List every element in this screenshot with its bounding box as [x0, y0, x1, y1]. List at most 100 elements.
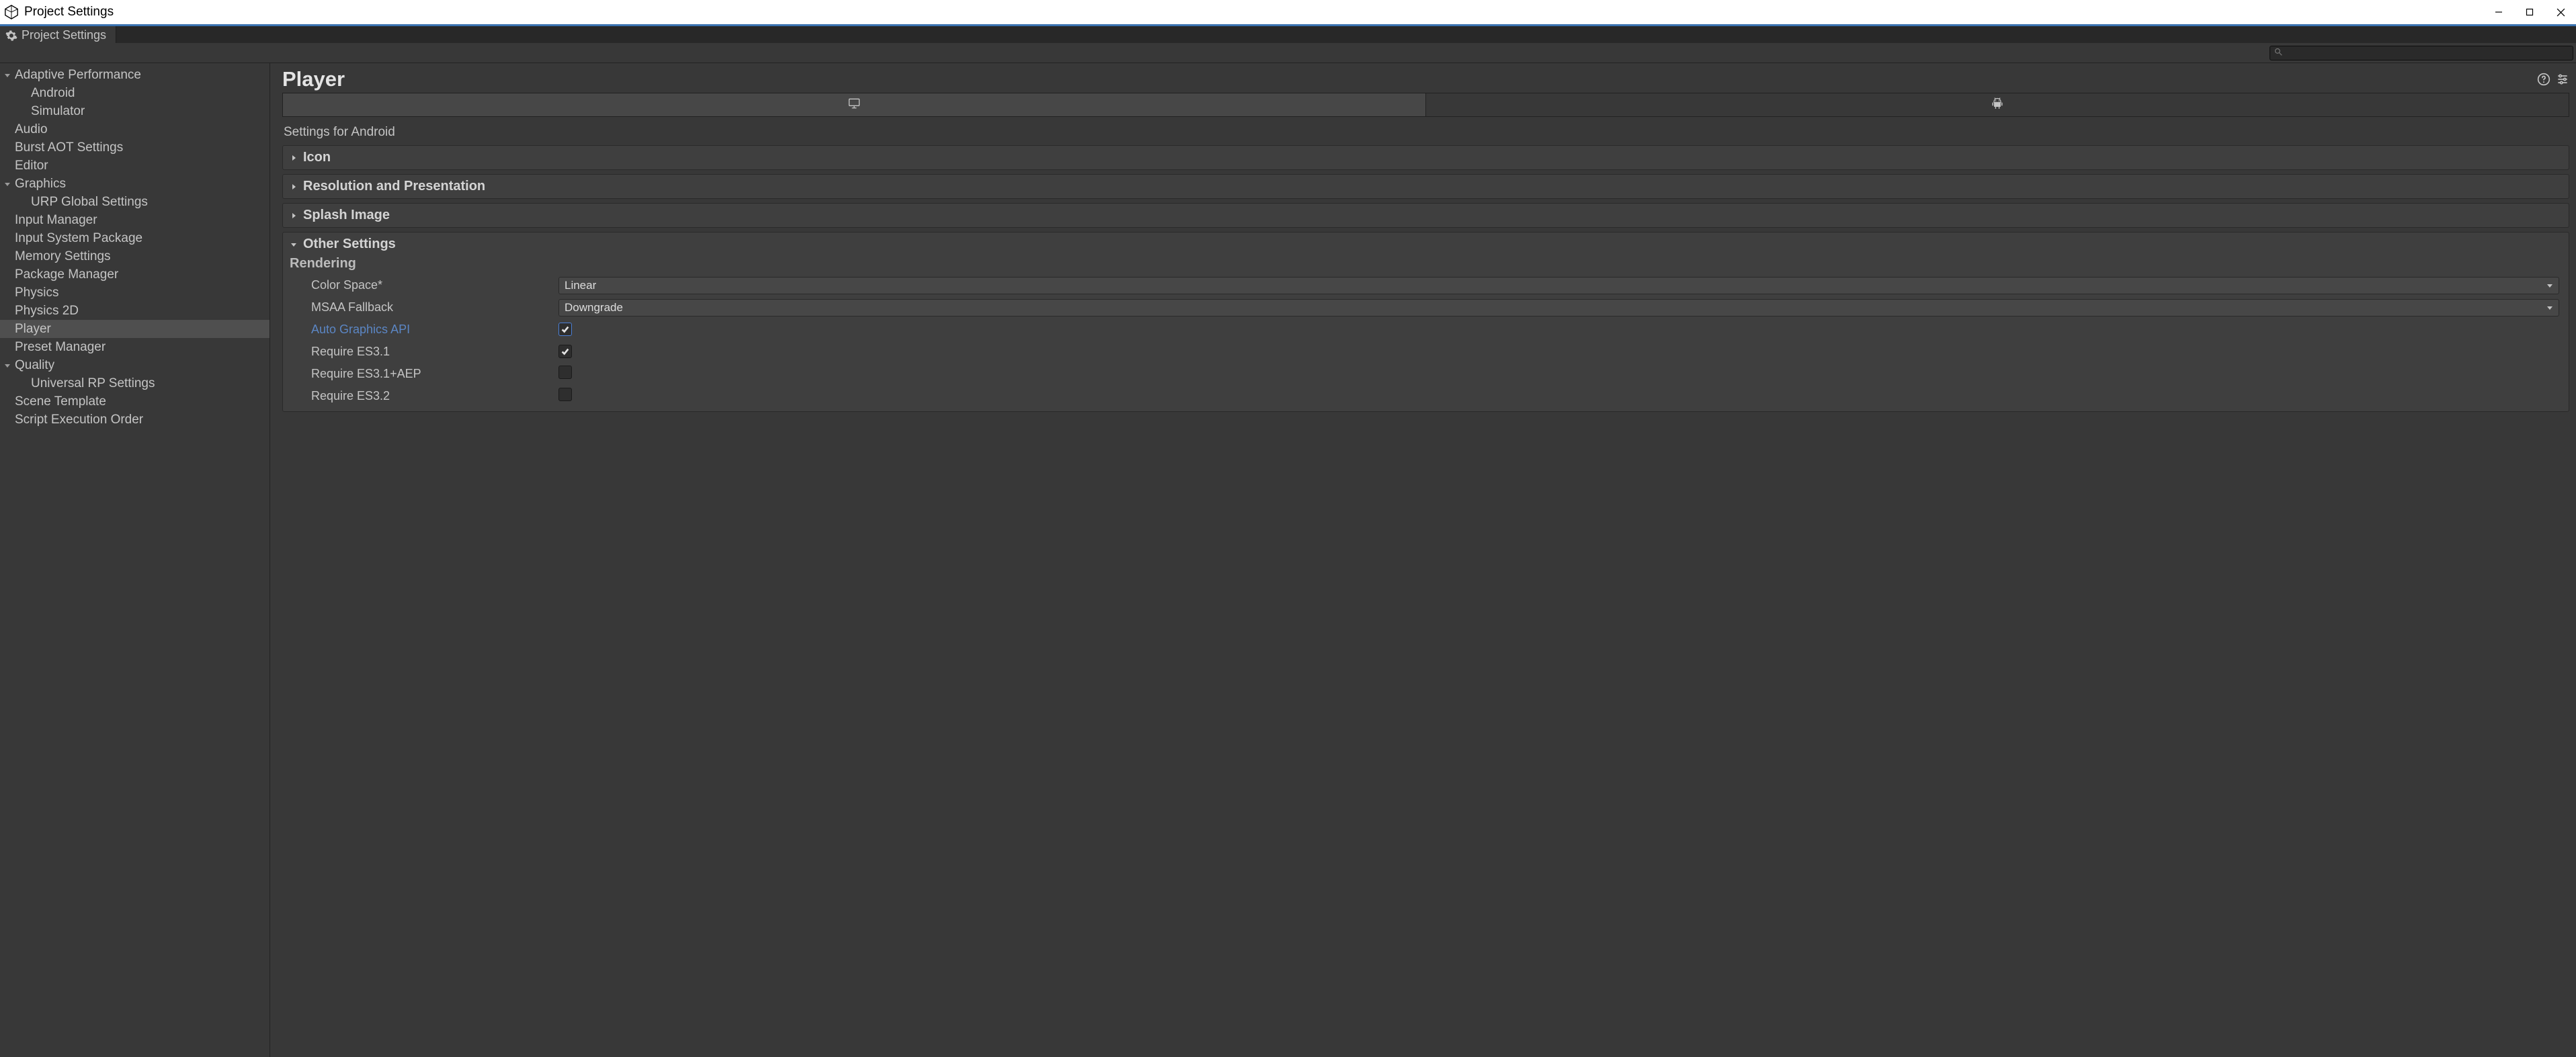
search-input[interactable] [2285, 48, 2569, 58]
sidebar-item-label: Memory Settings [15, 249, 111, 264]
sidebar-item-physics-2d[interactable]: Physics 2D [0, 302, 269, 320]
sidebar-item-editor[interactable]: Editor [0, 157, 269, 175]
checkbox-require-es3-1-aep[interactable] [558, 366, 572, 379]
chevron-down-icon [3, 361, 12, 370]
sidebar-item-label: Quality [15, 358, 54, 373]
search-field[interactable] [2270, 46, 2573, 60]
foldout-spacer [19, 89, 28, 98]
property-label: Require ES3.2 [290, 389, 558, 403]
property-label: Require ES3.1+AEP [290, 367, 558, 381]
sidebar-item-label: Physics 2D [15, 304, 79, 319]
sidebar-item-label: Preset Manager [15, 340, 106, 355]
sidebar-item-simulator[interactable]: Simulator [0, 102, 269, 120]
sidebar-item-audio[interactable]: Audio [0, 120, 269, 138]
chevron-right-icon [290, 183, 298, 191]
foldout-header[interactable]: Icon [290, 150, 2562, 165]
settings-for-label: Settings for Android [282, 122, 2569, 145]
sidebar-item-preset-manager[interactable]: Preset Manager [0, 338, 269, 356]
foldout-header[interactable]: Splash Image [290, 208, 2562, 223]
editor-tab-strip: Project Settings [0, 24, 2576, 43]
sidebar-item-quality[interactable]: Quality [0, 356, 269, 374]
window-close-button[interactable] [2545, 0, 2576, 24]
sidebar-item-android[interactable]: Android [0, 84, 269, 102]
property-row-msaa-fallback: MSAA FallbackDowngrade [290, 296, 2562, 319]
dropdown-color-space-[interactable]: Linear [558, 277, 2559, 294]
chevron-down-icon [290, 241, 298, 249]
dropdown-msaa-fallback[interactable]: Downgrade [558, 299, 2559, 316]
property-label: Color Space* [290, 278, 558, 292]
foldout-spacer [3, 234, 12, 243]
settings-main: Player Settings [270, 63, 2576, 1057]
foldout-title: Resolution and Presentation [303, 179, 485, 194]
sidebar-item-label: Adaptive Performance [15, 68, 141, 83]
sidebar-item-label: Android [31, 86, 75, 101]
sidebar-item-label: Audio [15, 122, 48, 137]
sidebar-item-graphics[interactable]: Graphics [0, 175, 269, 193]
chevron-right-icon [290, 212, 298, 220]
foldout-header-other-settings[interactable]: Other Settings [290, 237, 2562, 252]
settings-sidebar[interactable]: Adaptive Performance Android Simulator Audi… [0, 63, 270, 1057]
foldout-header[interactable]: Resolution and Presentation [290, 179, 2562, 194]
checkbox-require-es3-1[interactable] [558, 345, 572, 358]
sidebar-item-label: URP Global Settings [31, 195, 148, 210]
foldout-spacer [3, 270, 12, 280]
foldout-title: Icon [303, 150, 331, 165]
rendering-subsection-label: Rendering [290, 256, 2562, 271]
page-title: Player [282, 67, 345, 91]
window-maximize-button[interactable] [2514, 0, 2545, 24]
toolbar [0, 43, 2576, 63]
help-button[interactable] [2537, 73, 2550, 86]
foldout-spacer [3, 415, 12, 425]
preset-button[interactable] [2556, 73, 2569, 86]
property-row-auto-graphics-api: Auto Graphics API [290, 319, 2562, 341]
sidebar-item-burst-aot-settings[interactable]: Burst AOT Settings [0, 138, 269, 157]
sidebar-item-label: Simulator [31, 104, 85, 119]
sidebar-item-memory-settings[interactable]: Memory Settings [0, 247, 269, 265]
foldout-other-settings: Other Settings Rendering Color Space*Lin… [282, 232, 2569, 412]
sidebar-item-label: Scene Template [15, 394, 106, 409]
foldout-title: Other Settings [303, 237, 396, 252]
foldout-spacer [3, 143, 12, 153]
platform-tabs [282, 93, 2569, 117]
sidebar-item-physics[interactable]: Physics [0, 284, 269, 302]
chevron-down-icon [2546, 301, 2553, 314]
foldout-spacer [3, 216, 12, 225]
sidebar-item-label: Package Manager [15, 267, 118, 282]
platform-tab-desktop[interactable] [283, 93, 1426, 116]
sidebar-item-script-execution-order[interactable]: Script Execution Order [0, 411, 269, 429]
sidebar-item-label: Graphics [15, 177, 66, 192]
property-row-color-space-: Color Space*Linear [290, 274, 2562, 296]
sidebar-item-label: Physics [15, 286, 58, 300]
sidebar-item-label: Script Execution Order [15, 413, 143, 427]
sidebar-item-input-manager[interactable]: Input Manager [0, 211, 269, 229]
search-icon [2274, 47, 2282, 59]
chevron-down-icon [2546, 279, 2553, 292]
sidebar-item-universal-rp-settings[interactable]: Universal RP Settings [0, 374, 269, 392]
foldout-spacer [19, 107, 28, 116]
sidebar-item-scene-template[interactable]: Scene Template [0, 392, 269, 411]
foldout-spacer [3, 397, 12, 407]
foldout-title: Splash Image [303, 208, 390, 223]
sidebar-item-urp-global-settings[interactable]: URP Global Settings [0, 193, 269, 211]
sidebar-item-input-system-package[interactable]: Input System Package [0, 229, 269, 247]
dropdown-value: Downgrade [565, 301, 623, 314]
window-title: Project Settings [24, 5, 114, 19]
sidebar-item-package-manager[interactable]: Package Manager [0, 265, 269, 284]
checkbox-require-es3-2[interactable] [558, 388, 572, 401]
foldout-spacer [19, 198, 28, 207]
foldout-spacer [3, 325, 12, 334]
sidebar-item-adaptive-performance[interactable]: Adaptive Performance [0, 66, 269, 84]
unity-app-icon [4, 5, 19, 19]
sidebar-item-player[interactable]: Player [0, 320, 269, 338]
sidebar-item-label: Input System Package [15, 231, 142, 246]
sidebar-item-label: Input Manager [15, 213, 97, 228]
sidebar-item-label: Player [15, 322, 51, 337]
foldout-spacer [3, 288, 12, 298]
sidebar-item-label: Burst AOT Settings [15, 140, 123, 155]
property-label: Require ES3.1 [290, 345, 558, 359]
foldout-splash-image: Splash Image [282, 203, 2569, 228]
checkbox-auto-graphics-api[interactable] [558, 323, 572, 336]
platform-tab-android[interactable] [1426, 93, 2569, 116]
tab-project-settings[interactable]: Project Settings [0, 26, 116, 43]
window-minimize-button[interactable] [2483, 0, 2514, 24]
